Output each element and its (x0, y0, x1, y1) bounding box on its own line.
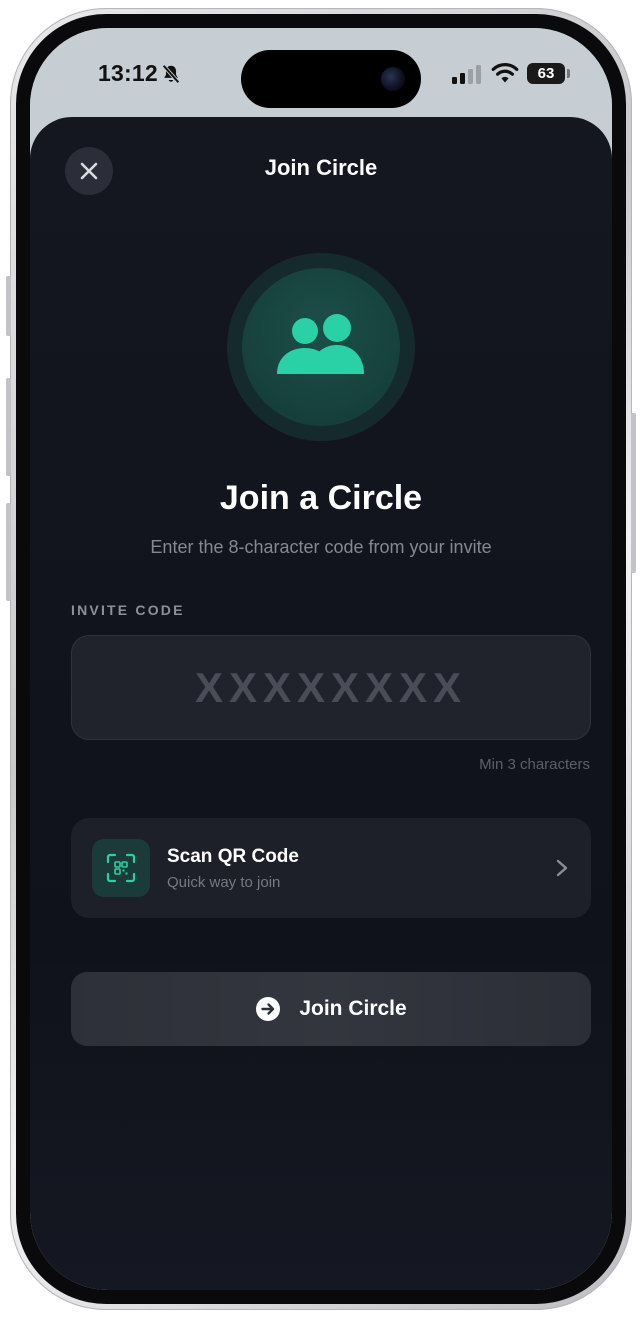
qr-scan-icon (106, 853, 136, 883)
status-time: 13:12 (98, 60, 158, 86)
phone-frame: 13:12 63 Join Circle Join a Circle Enter… (6, 8, 636, 1310)
bell-slash-icon (162, 64, 180, 84)
power-button (631, 413, 636, 573)
battery-tip (567, 69, 570, 78)
join-circle-label: Join Circle (299, 997, 407, 1020)
cellular-signal-icon (452, 65, 481, 84)
volume-up-button (6, 378, 11, 476)
circle-avatar (242, 268, 400, 426)
battery-icon: 63 (527, 63, 565, 84)
scan-qr-code-row[interactable]: Scan QR Code Quick way to join (71, 818, 591, 918)
join-circle-sheet: Join Circle Join a Circle Enter the 8-ch… (30, 117, 612, 1290)
people-icon (277, 314, 364, 374)
screen: 13:12 63 Join Circle Join a Circle Enter… (30, 28, 612, 1290)
scan-qr-title: Scan QR Code (167, 846, 299, 867)
join-circle-button[interactable]: Join Circle (71, 972, 591, 1046)
invite-code-hint: Min 3 characters (479, 756, 590, 773)
wifi-icon (491, 63, 519, 83)
invite-code-input[interactable] (71, 635, 591, 740)
scan-qr-subtitle: Quick way to join (167, 874, 281, 891)
page-subtitle: Enter the 8-character code from your inv… (150, 537, 492, 557)
dynamic-island (241, 50, 421, 108)
page-heading: Join a Circle (219, 479, 423, 517)
chevron-right-icon (556, 859, 568, 877)
status-bar: 13:12 63 (30, 28, 612, 118)
invite-code-label: INVITE CODE (71, 602, 185, 618)
front-camera (381, 67, 405, 91)
action-button (6, 276, 11, 336)
volume-down-button (6, 503, 11, 601)
qr-icon-box (92, 839, 150, 897)
sheet-title: Join Circle (264, 155, 378, 180)
arrow-circle-right-icon (256, 997, 281, 1021)
